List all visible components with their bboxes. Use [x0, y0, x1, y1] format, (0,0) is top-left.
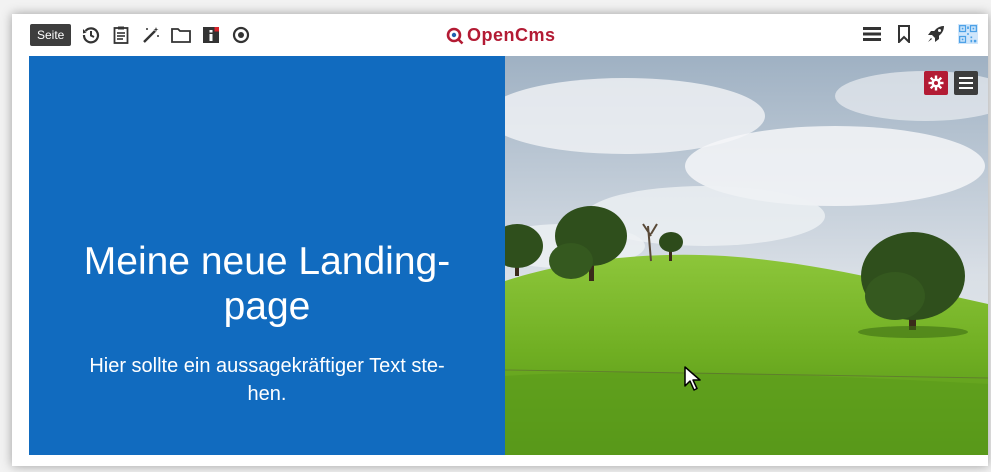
history-icon[interactable]	[81, 25, 101, 45]
opencms-toolbar: Seite OpenCms	[12, 14, 988, 56]
gear-icon[interactable]	[924, 71, 948, 95]
menu-icon[interactable]	[862, 24, 882, 44]
bookmark-icon[interactable]	[894, 24, 914, 44]
mouse-cursor-icon	[684, 366, 701, 391]
hero-subtitle: Hier sollte ein aussagekräftiger Text st…	[43, 352, 491, 408]
hero-title-line2: page	[223, 285, 311, 328]
target-icon[interactable]	[231, 25, 251, 45]
element-edit-buttons	[918, 71, 978, 95]
hero-subtitle-line1: Hier sollte ein aussagekräftiger Text st…	[89, 355, 445, 377]
hero-subtitle-line2: hen.	[247, 383, 287, 405]
clipboard-icon[interactable]	[111, 25, 131, 45]
seite-button[interactable]: Seite	[30, 24, 72, 46]
logo-text: OpenCms	[467, 25, 556, 45]
menu-icon[interactable]	[954, 71, 978, 95]
folder-icon[interactable]	[171, 25, 192, 45]
hero-title: Meine neue Landing- page	[39, 239, 495, 329]
rocket-icon[interactable]	[926, 24, 946, 44]
landscape-photo	[505, 56, 988, 455]
hero-section: Meine neue Landing- page Hier sollte ein…	[29, 56, 988, 455]
magic-wand-icon[interactable]	[141, 25, 161, 45]
logo-mark-icon	[446, 27, 464, 44]
info-icon[interactable]	[201, 25, 221, 45]
opencms-logo[interactable]: OpenCms	[446, 25, 556, 46]
toolbar-left-group: Seite	[30, 24, 261, 46]
hero-title-line1: Meine neue Landing-	[83, 240, 451, 283]
page-frame: Seite OpenCms Meine neue Landing- page H…	[12, 14, 988, 466]
hero-text-panel: Meine neue Landing- page Hier sollte ein…	[29, 56, 505, 455]
qr-icon[interactable]	[958, 24, 978, 44]
toolbar-right-group	[850, 24, 978, 44]
